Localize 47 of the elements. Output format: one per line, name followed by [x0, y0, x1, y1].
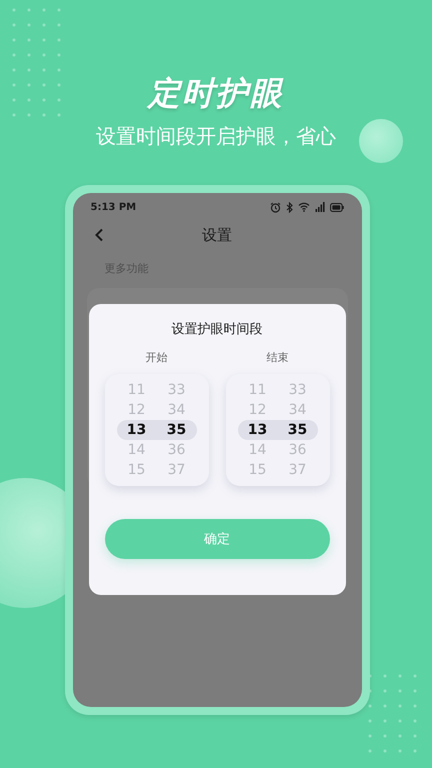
status-time: 5:13 PM — [90, 202, 136, 212]
time-row[interactable]: 12 34 — [238, 400, 318, 420]
battery-icon — [330, 202, 344, 212]
minute-value: 37 — [288, 462, 308, 478]
signal-icon — [314, 202, 324, 212]
time-row[interactable]: 12 34 — [116, 400, 196, 420]
picker-label: 结束 — [266, 350, 288, 366]
hour-value: 15 — [248, 462, 268, 478]
minute-value: 34 — [288, 402, 308, 418]
hour-value: 14 — [126, 442, 146, 458]
selected-time-row[interactable]: 13 35 — [238, 420, 318, 440]
minute-value: 35 — [286, 422, 308, 438]
headline: 定时护眼 — [148, 74, 284, 112]
hour-value: 12 — [248, 402, 268, 418]
hour-value: 15 — [126, 462, 146, 478]
time-picker[interactable]: 11 33 12 34 13 35 14 36 15 37 — [104, 374, 208, 486]
hour-value: 13 — [246, 422, 268, 438]
time-row[interactable]: 11 33 — [238, 380, 318, 400]
selected-time-row[interactable]: 13 35 — [116, 420, 196, 440]
hour-value: 13 — [126, 422, 148, 438]
minute-value: 35 — [166, 422, 188, 438]
time-row[interactable]: 15 37 — [116, 460, 196, 480]
back-icon[interactable] — [94, 228, 104, 242]
time-row[interactable]: 15 37 — [238, 460, 318, 480]
time-row[interactable]: 11 33 — [116, 380, 196, 400]
hour-value: 11 — [126, 382, 146, 398]
minute-value: 36 — [166, 442, 186, 458]
hour-value: 11 — [248, 382, 268, 398]
confirm-button[interactable]: 确定 — [104, 519, 330, 559]
picker-label: 开始 — [146, 350, 168, 366]
dialog-title: 设置护眼时间段 — [172, 321, 262, 339]
hour-value: 14 — [248, 442, 268, 458]
subheadline: 设置时间段开启护眼，省心 — [96, 123, 336, 149]
minute-value: 33 — [288, 382, 308, 398]
time-row[interactable]: 14 36 — [238, 440, 318, 460]
bluetooth-icon — [286, 202, 292, 212]
wifi-icon — [298, 202, 310, 212]
minute-value: 36 — [288, 442, 308, 458]
time-row[interactable]: 14 36 — [116, 440, 196, 460]
minute-value: 33 — [166, 382, 186, 398]
time-picker[interactable]: 11 33 12 34 13 35 14 36 15 37 — [226, 374, 330, 486]
alarm-icon — [270, 202, 280, 212]
minute-value: 34 — [166, 402, 186, 418]
minute-value: 37 — [166, 462, 186, 478]
page-title: 设置 — [202, 226, 232, 244]
hour-value: 12 — [126, 402, 146, 418]
bubble-decoration — [359, 119, 403, 163]
